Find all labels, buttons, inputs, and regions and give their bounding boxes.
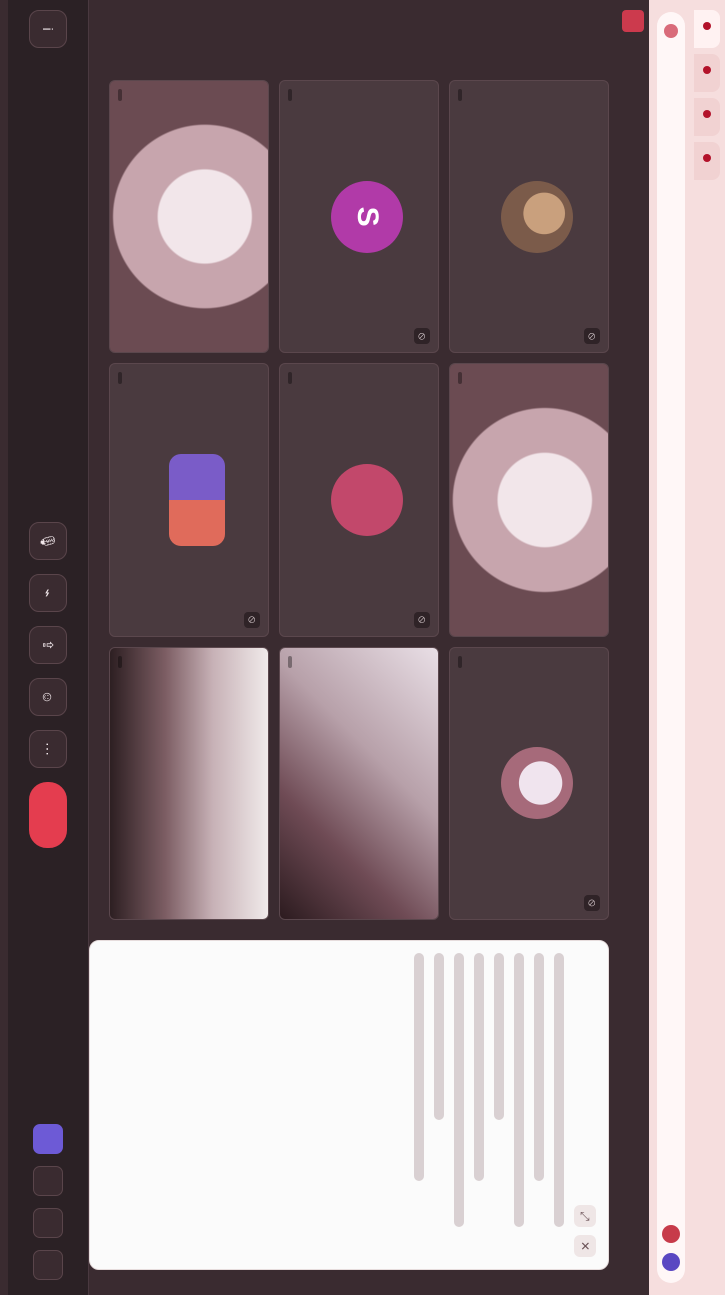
participant-name [288,89,292,101]
participant-video [110,81,268,353]
participant-avatar [168,453,225,546]
profile-icon[interactable] [662,1253,680,1271]
chat-line [414,953,424,1181]
chat-line [514,953,524,1227]
participant-video [110,647,268,919]
tab-favicon-icon [703,154,711,162]
participant-name [458,89,462,101]
tab-favicon-icon [703,66,711,74]
browser-tab-strip [689,0,725,1295]
participant-video [450,364,608,636]
site-info-icon[interactable] [664,24,678,38]
participant-name [118,655,122,668]
chat-line [534,953,544,1181]
meeting-app: ⦸ ⦸ ⦸ ⦸ S ⦸ [0,0,649,1295]
chat-line [554,953,564,1227]
chat-messages [414,953,564,1257]
participant-tile[interactable]: ⦸ [279,363,439,637]
meeting-toolbar: i 🎙 ⌁ ⇪ ☺ ⋯ [8,0,89,1295]
address-bar[interactable] [657,12,685,1283]
participant-tile[interactable]: ⦸ [449,363,609,637]
mic-muted-icon: ⦸ [414,611,430,628]
settings-button[interactable] [33,1250,63,1280]
mic-button[interactable]: 🎙 [29,522,67,560]
participant-grid: ⦸ ⦸ ⦸ ⦸ S ⦸ [109,80,609,920]
mic-muted-icon: ⦸ [584,328,600,345]
camera-button[interactable]: ⌁ [29,574,67,612]
participant-video [280,647,438,919]
chat-line [474,953,484,1181]
share-screen-button[interactable]: ⇪ [29,626,67,664]
mic-muted-icon: ⦸ [414,328,430,345]
chat-close-button[interactable]: ✕ [574,1235,596,1257]
browser-chrome [648,0,725,1295]
toolbar-left: i [22,10,74,210]
participant-tile[interactable]: ⦸ [109,646,269,920]
participant-tile[interactable]: ⦸ [449,80,609,354]
chat-line [434,953,444,1121]
chat-expand-button[interactable]: ⤢ [574,1205,596,1227]
chat-toggle-button[interactable] [33,1124,63,1154]
tab-favicon-icon [703,22,711,30]
participant-tile[interactable]: ⦸ [449,646,609,920]
participant-name [118,372,122,385]
meeting-info-button[interactable]: i [29,10,67,48]
chat-line [454,953,464,1227]
participant-name [458,372,462,385]
toolbar-right [20,1010,76,1280]
chat-line [494,953,504,1121]
participant-tile[interactable]: ⦸ [279,646,439,920]
participant-avatar [330,463,403,536]
browser-tab[interactable] [694,142,720,180]
browser-tab[interactable] [694,10,720,48]
reactions-button[interactable]: ☺ [29,678,67,716]
participant-avatar [500,747,573,820]
participant-name [288,372,292,385]
participant-tile[interactable]: ⦸ [109,80,269,354]
participant-avatar [500,180,573,253]
more-options-button[interactable]: ⋯ [29,730,67,768]
chat-header: ⤢ ✕ [574,953,596,1257]
participant-tile[interactable]: ⦸ S [279,80,439,354]
browser-tab[interactable] [694,98,720,136]
toolbar-center: 🎙 ⌁ ⇪ ☺ ⋯ [20,520,76,850]
app-logo-icon [622,10,644,32]
participants-toggle-button[interactable] [33,1166,63,1196]
apps-button[interactable] [33,1208,63,1238]
participant-name [118,89,122,101]
tab-favicon-icon [703,110,711,118]
meeting-header [617,0,649,1295]
mic-muted-icon: ⦸ [244,611,260,628]
participant-name [458,655,462,668]
mic-muted-icon: ⦸ [584,895,600,911]
meeting-window: ⦸ ⦸ ⦸ ⦸ S ⦸ [0,0,725,1295]
participant-tile[interactable]: ⦸ [109,363,269,637]
end-call-button[interactable] [29,782,67,848]
extension-icon[interactable] [662,1225,680,1243]
participant-name [288,655,292,668]
browser-tab[interactable] [694,54,720,92]
participant-avatar-initial: S [330,180,403,253]
chat-panel: ⤢ ✕ [89,940,609,1270]
